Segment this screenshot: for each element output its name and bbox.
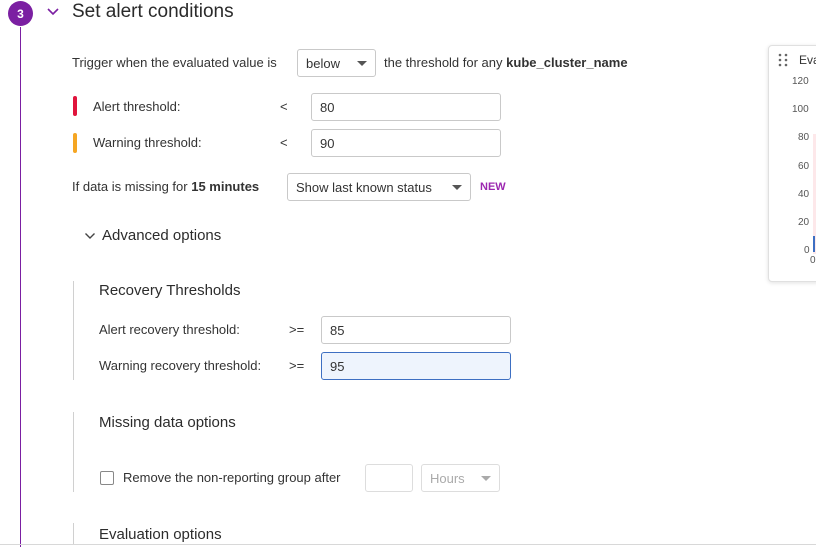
advanced-options-toggle[interactable]: Advanced options bbox=[84, 227, 221, 244]
warning-threshold-input[interactable]: 90 bbox=[311, 129, 501, 157]
missing-data-duration: 15 minutes bbox=[191, 179, 260, 194]
bottom-divider bbox=[0, 544, 816, 545]
step-connector-line bbox=[20, 27, 21, 547]
missing-data-section-line bbox=[73, 412, 74, 492]
alert-recovery-label: Alert recovery threshold: bbox=[99, 322, 240, 337]
alert-threshold-label: Alert threshold: bbox=[93, 99, 181, 114]
trigger-prefix-label: Trigger when the evaluated value is bbox=[72, 55, 277, 70]
recovery-section-line bbox=[73, 281, 74, 380]
trigger-suffix: the threshold for any kube_cluster_name bbox=[384, 55, 628, 70]
evaluation-section-line bbox=[73, 523, 74, 544]
warning-recovery-operator: >= bbox=[289, 358, 305, 373]
missing-data-text: If data is missing for 15 minutes bbox=[72, 179, 259, 194]
chevron-down-icon bbox=[452, 184, 462, 190]
recovery-thresholds-title: Recovery Thresholds bbox=[99, 282, 241, 299]
remove-group-unit-dropdown[interactable]: Hours bbox=[421, 464, 500, 492]
alert-threshold-input[interactable]: 80 bbox=[311, 93, 501, 121]
warning-recovery-input[interactable]: 95 bbox=[321, 352, 511, 380]
drag-handle-icon[interactable] bbox=[778, 53, 788, 70]
alert-recovery-operator: >= bbox=[289, 322, 305, 337]
remove-group-label: Remove the non-reporting group after bbox=[123, 470, 341, 485]
remove-group-unit: Hours bbox=[430, 470, 465, 486]
remove-group-checkbox[interactable] bbox=[100, 471, 114, 485]
new-badge: NEW bbox=[480, 181, 506, 193]
group-by-tag: kube_cluster_name bbox=[506, 55, 628, 70]
missing-data-dropdown[interactable]: Show last known status bbox=[287, 173, 471, 201]
alert-threshold-operator: < bbox=[280, 99, 288, 114]
x-tick-label: 0 bbox=[810, 255, 816, 266]
warning-severity-bar bbox=[73, 133, 77, 153]
warning-threshold-label: Warning threshold: bbox=[93, 135, 202, 150]
chevron-down-icon bbox=[481, 475, 491, 481]
chevron-down-icon bbox=[85, 232, 95, 239]
preview-panel-title: Eva bbox=[799, 53, 816, 67]
collapse-section-chevron-icon[interactable] bbox=[46, 5, 60, 22]
alert-recovery-input[interactable]: 85 bbox=[321, 316, 511, 344]
y-tick-label: 120 bbox=[792, 76, 809, 87]
section-title: Set alert conditions bbox=[72, 1, 234, 22]
missing-data-options-title: Missing data options bbox=[99, 414, 236, 431]
series-line-segment bbox=[813, 236, 815, 252]
comparator-dropdown[interactable]: below bbox=[297, 49, 376, 77]
remove-group-duration-input[interactable] bbox=[365, 464, 413, 492]
missing-data-prefix: If data is missing for bbox=[72, 179, 188, 194]
warning-threshold-operator: < bbox=[280, 135, 288, 150]
missing-data-option: Show last known status bbox=[296, 179, 432, 195]
warning-recovery-label: Warning recovery threshold: bbox=[99, 358, 262, 373]
trigger-suffix-label: the threshold for any bbox=[384, 55, 503, 70]
evaluation-preview-panel: Eva 120 100 80 60 40 20 0 0 bbox=[768, 45, 816, 282]
alert-severity-bar bbox=[73, 96, 77, 116]
chevron-down-icon bbox=[357, 60, 367, 66]
y-tick-label: 100 bbox=[792, 104, 809, 115]
evaluation-options-title: Evaluation options bbox=[99, 526, 222, 543]
comparator-value: below bbox=[306, 55, 340, 71]
advanced-options-label: Advanced options bbox=[102, 227, 222, 244]
step-number-badge: 3 bbox=[8, 1, 33, 26]
